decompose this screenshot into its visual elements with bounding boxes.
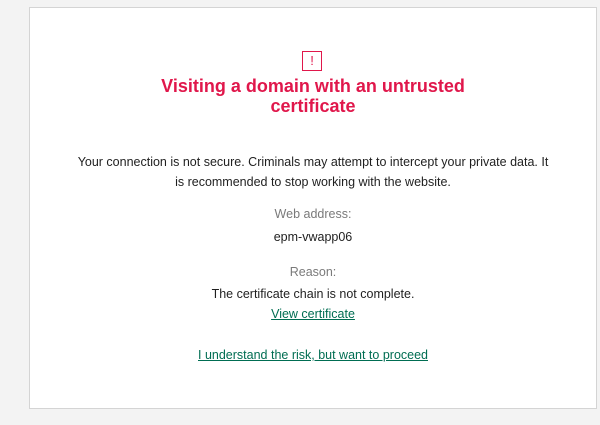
web-address-label: Web address: — [274, 207, 352, 221]
page-title: Visiting a domain with an untrusted cert… — [161, 76, 465, 116]
reason-value: The certificate chain is not complete. — [211, 287, 415, 301]
warning-description: Your connection is not secure. Criminals… — [77, 155, 549, 189]
view-certificate-link[interactable]: View certificate — [271, 307, 355, 321]
reason-label: Reason: — [289, 265, 337, 279]
warning-card: ! Visiting a domain with an untrusted ce… — [29, 7, 597, 409]
exclamation-warning-icon: ! — [302, 51, 322, 71]
web-address-value: epm-vwapp06 — [273, 230, 353, 244]
proceed-container: I understand the risk, but want to proce… — [30, 347, 596, 363]
proceed-anyway-link[interactable]: I understand the risk, but want to proce… — [198, 348, 428, 362]
view-certificate-container: View certificate — [30, 306, 596, 322]
